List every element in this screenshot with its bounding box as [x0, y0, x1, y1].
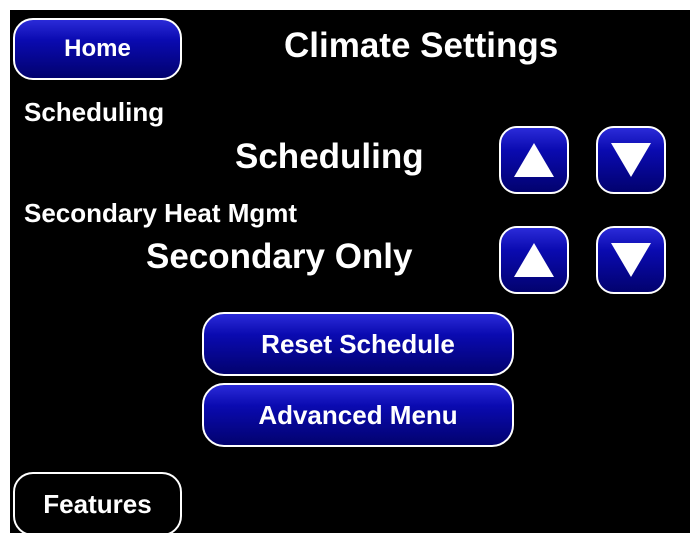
advanced-menu-label: Advanced Menu [258, 399, 458, 430]
secondary-heat-value: Secondary Only [146, 237, 413, 276]
secondary-heat-section-label: Secondary Heat Mgmt [24, 198, 298, 228]
down-arrow-icon [611, 243, 651, 277]
secondary-heat-up-button[interactable] [499, 226, 569, 294]
home-button-label: Home [64, 35, 131, 62]
scheduling-value: Scheduling [235, 137, 424, 176]
reset-schedule-label: Reset Schedule [261, 328, 455, 359]
up-arrow-icon [514, 143, 554, 177]
advanced-menu-button[interactable]: Advanced Menu [202, 383, 514, 447]
scheduling-up-button[interactable] [499, 126, 569, 194]
page-title: Climate Settings [284, 26, 559, 65]
scheduling-down-button[interactable] [596, 126, 666, 194]
climate-settings-screen: Home Climate Settings Scheduling Schedul… [10, 10, 690, 533]
secondary-heat-down-button[interactable] [596, 226, 666, 294]
features-button-label: Features [43, 488, 152, 519]
features-button[interactable]: Features [13, 472, 182, 533]
reset-schedule-button[interactable]: Reset Schedule [202, 312, 514, 376]
up-arrow-icon [514, 243, 554, 277]
scheduling-section-label: Scheduling [24, 97, 165, 127]
down-arrow-icon [611, 143, 651, 177]
home-button[interactable]: Home [13, 18, 182, 80]
